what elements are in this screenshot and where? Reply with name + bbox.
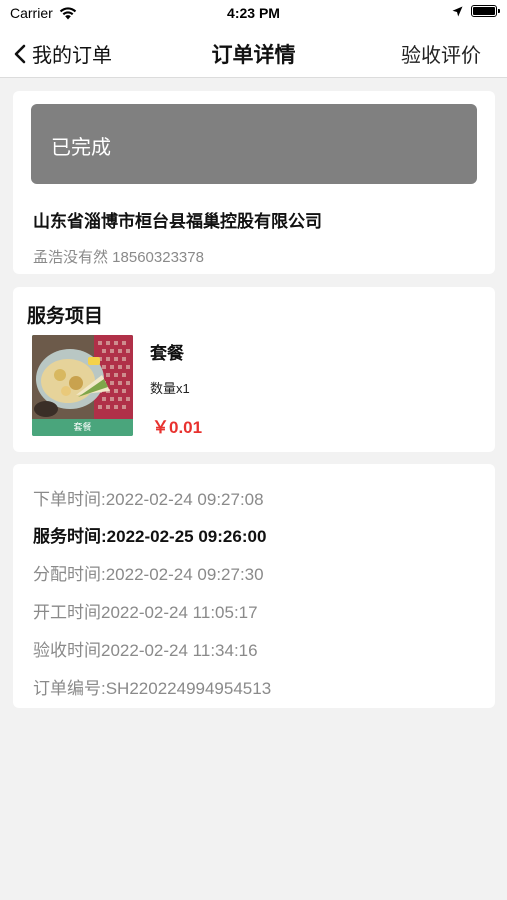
product-image-caption: 套餐 xyxy=(73,422,92,432)
order-time: 下单时间:2022-02-24 09:27:08 xyxy=(33,490,264,509)
accept-review-button[interactable]: 验收评价 xyxy=(401,39,481,68)
order-info-card: 下单时间:2022-02-24 09:27:08 服务时间:2022-02-25… xyxy=(13,464,495,708)
service-card: 服务项目 套餐 套餐 数量x1 ￥0.01 xyxy=(13,287,495,452)
order-status-card: 已完成 山东省淄博市桓台县福巢控股有限公司 孟浩没有然 18560323378 xyxy=(13,91,495,274)
location-arrow-icon xyxy=(452,6,463,16)
chevron-left-icon xyxy=(14,44,26,63)
assign-time: 分配时间:2022-02-24 09:27:30 xyxy=(33,565,264,584)
product-image[interactable]: 套餐 xyxy=(32,335,133,436)
order-status-label: 已完成 xyxy=(51,137,111,159)
back-button[interactable]: 我的订单 xyxy=(14,39,112,68)
start-time: 开工时间2022-02-24 11:05:17 xyxy=(33,603,258,622)
status-indicators xyxy=(452,5,500,17)
battery-icon xyxy=(471,5,500,17)
service-section-title: 服务项目 xyxy=(27,306,104,327)
status-bar: Carrier 4:23 PM xyxy=(0,0,507,28)
navigation-bar: 我的订单 订单详情 验收评价 xyxy=(0,28,507,78)
company-name: 山东省淄博市桓台县福巢控股有限公司 xyxy=(33,212,322,231)
accept-time: 验收时间2022-02-24 11:34:16 xyxy=(33,641,258,660)
back-button-label: 我的订单 xyxy=(32,45,112,67)
status-banner: 已完成 xyxy=(31,104,477,184)
service-time: 服务时间:2022-02-25 09:26:00 xyxy=(33,527,267,546)
status-time: 4:23 PM xyxy=(227,5,280,21)
product-name: 套餐 xyxy=(150,344,184,363)
product-quantity: 数量x1 xyxy=(150,381,190,396)
product-price: ￥0.01 xyxy=(152,418,203,437)
order-number: 订单编号:SH220224994954513 xyxy=(33,679,272,698)
contact-info: 孟浩没有然 18560323378 xyxy=(33,249,204,266)
